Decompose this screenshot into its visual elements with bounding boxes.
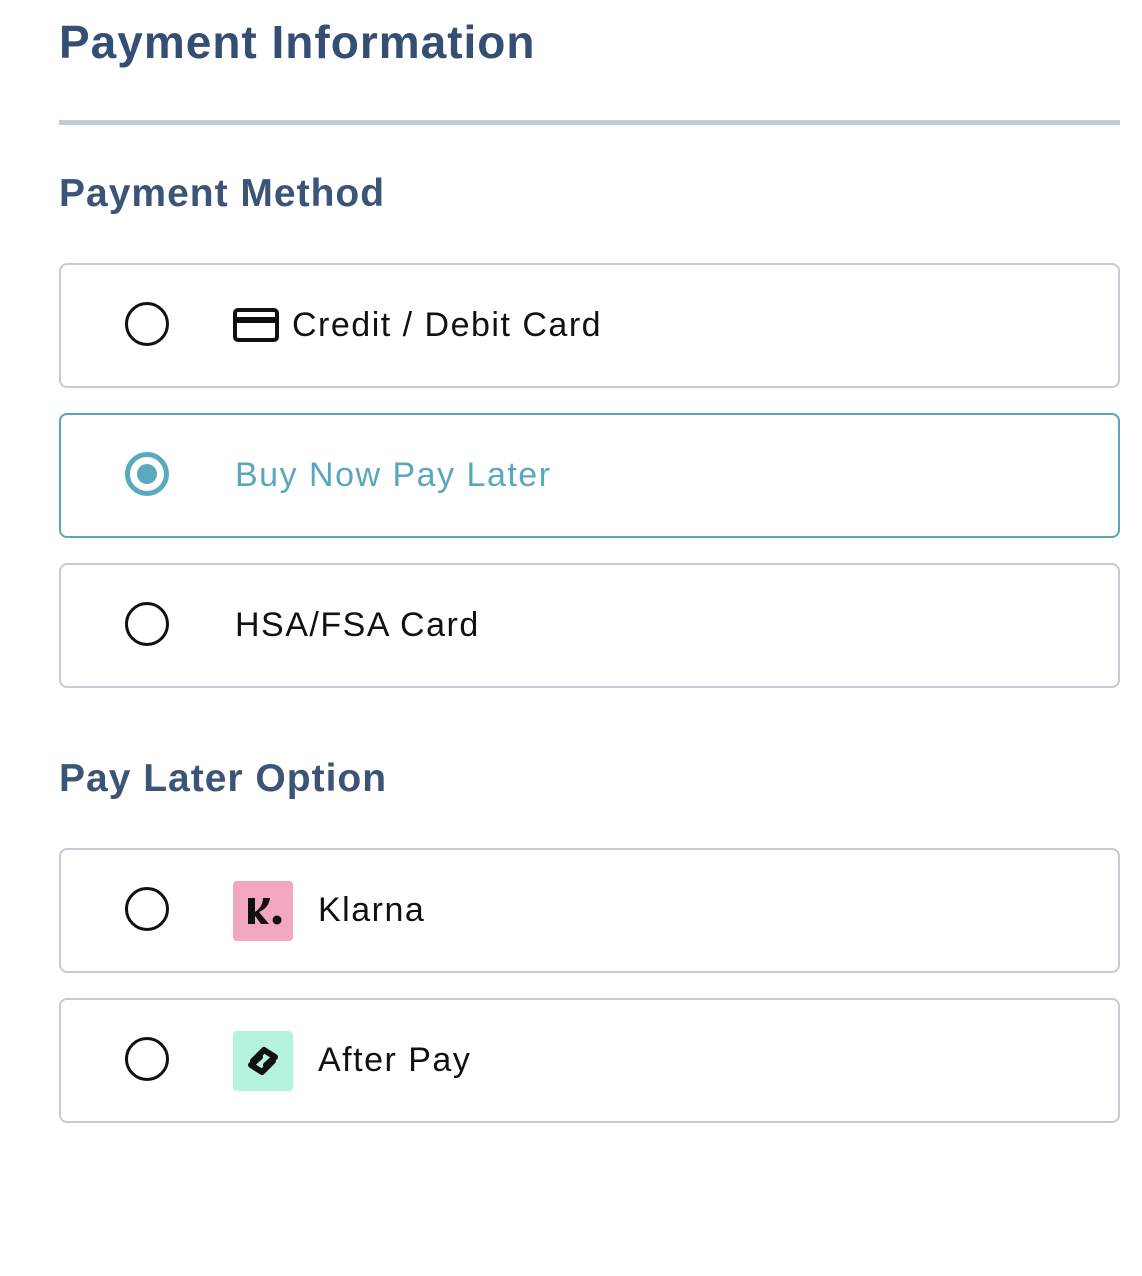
payment-option-credit-debit-card[interactable]: Credit / Debit Card [59,263,1120,388]
radio-hsa-fsa-card[interactable] [125,602,169,646]
option-label-buy-now-pay-later: Buy Now Pay Later [235,456,552,494]
radio-afterpay[interactable] [125,1037,169,1081]
option-label-afterpay: After Pay [318,1041,472,1079]
page-title: Payment Information [59,16,536,68]
option-label-hsa-fsa-card: HSA/FSA Card [235,606,480,644]
afterpay-logo-icon [233,1031,293,1091]
title-divider [59,120,1120,125]
credit-card-icon [233,308,279,342]
pay-later-option-heading: Pay Later Option [59,757,388,800]
klarna-logo-icon [233,881,293,941]
payment-method-heading: Payment Method [59,172,386,215]
payment-option-hsa-fsa-card[interactable]: HSA/FSA Card [59,563,1120,688]
option-label-credit-debit-card: Credit / Debit Card [292,306,603,344]
pay-later-option-klarna[interactable]: Klarna [59,848,1120,973]
option-label-klarna: Klarna [318,891,426,929]
radio-klarna[interactable] [125,887,169,931]
radio-buy-now-pay-later[interactable] [125,452,169,496]
payment-option-buy-now-pay-later[interactable]: Buy Now Pay Later [59,413,1120,538]
pay-later-option-afterpay[interactable]: After Pay [59,998,1120,1123]
radio-credit-debit-card[interactable] [125,302,169,346]
